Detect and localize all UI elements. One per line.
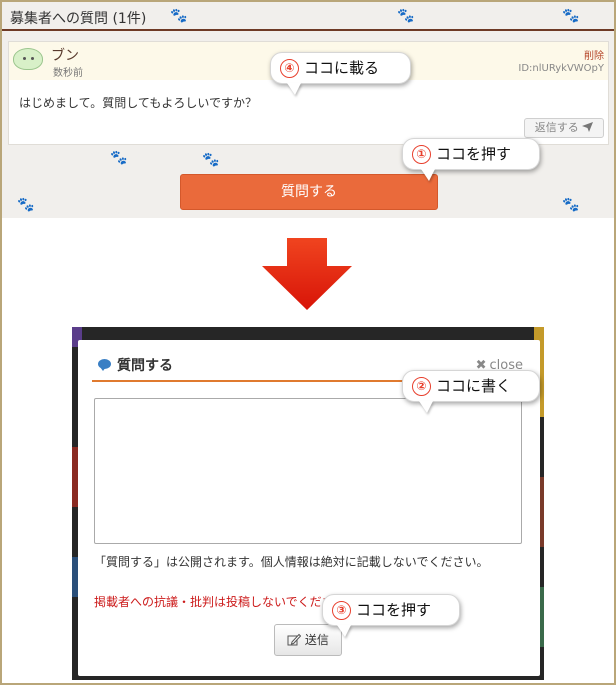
question-text: はじめまして。質問してもよろしいですか？: [19, 96, 257, 110]
callout-number: ③: [332, 601, 351, 620]
paw-icon: 🐾: [562, 197, 580, 213]
callout-4: ④ ココに載る: [270, 52, 411, 95]
callout-text: ココを押す: [356, 601, 432, 619]
callout-text: ココに載る: [304, 59, 380, 77]
avatar-icon: [13, 48, 43, 70]
callout-text: ココを押す: [436, 145, 512, 163]
section-header: 募集者への質問 (1件): [2, 2, 614, 31]
question-panel: 🐾 🐾 🐾 🐾 🐾 🐾 🐾 募集者への質問 (1件) ブン 数秒前 削除 ID:…: [2, 2, 614, 218]
chat-bubble-icon: [98, 359, 111, 371]
submit-button[interactable]: 送信: [274, 624, 342, 656]
callout-3: ③ ココを押す: [322, 594, 460, 637]
callout-text: ココに書く: [436, 377, 512, 395]
callout-number: ②: [412, 377, 431, 396]
down-arrow-icon: [262, 238, 352, 310]
paw-icon: 🐾: [110, 150, 128, 166]
user-id: ID:nlURykVWOpY: [518, 63, 604, 74]
public-notice: 「質問する」は公開されます。個人情報は絶対に記載しないでください。: [94, 555, 489, 569]
callout-2: ② ココに書く: [402, 370, 540, 413]
callout-number: ①: [412, 145, 431, 164]
callout-1: ① ココを押す: [402, 138, 540, 181]
question-textarea[interactable]: [94, 398, 522, 544]
posted-time: 数秒前: [53, 68, 83, 79]
pencil-icon: [287, 633, 302, 646]
paper-plane-icon: [582, 122, 594, 132]
warning-text: 掲載者への抗議・批判は投稿しないでください。: [94, 595, 358, 609]
delete-link[interactable]: 削除: [584, 47, 604, 62]
reply-button-label: 返信する: [534, 121, 579, 134]
paw-icon: 🐾: [17, 197, 35, 213]
callout-number: ④: [280, 59, 299, 78]
ask-question-button[interactable]: 質問する: [180, 174, 438, 210]
reply-button[interactable]: 返信する: [524, 118, 604, 138]
modal-title: 質問する: [117, 358, 173, 374]
submit-label: 送信: [304, 633, 329, 647]
paw-icon: 🐾: [202, 152, 220, 168]
username[interactable]: ブン: [51, 45, 79, 65]
